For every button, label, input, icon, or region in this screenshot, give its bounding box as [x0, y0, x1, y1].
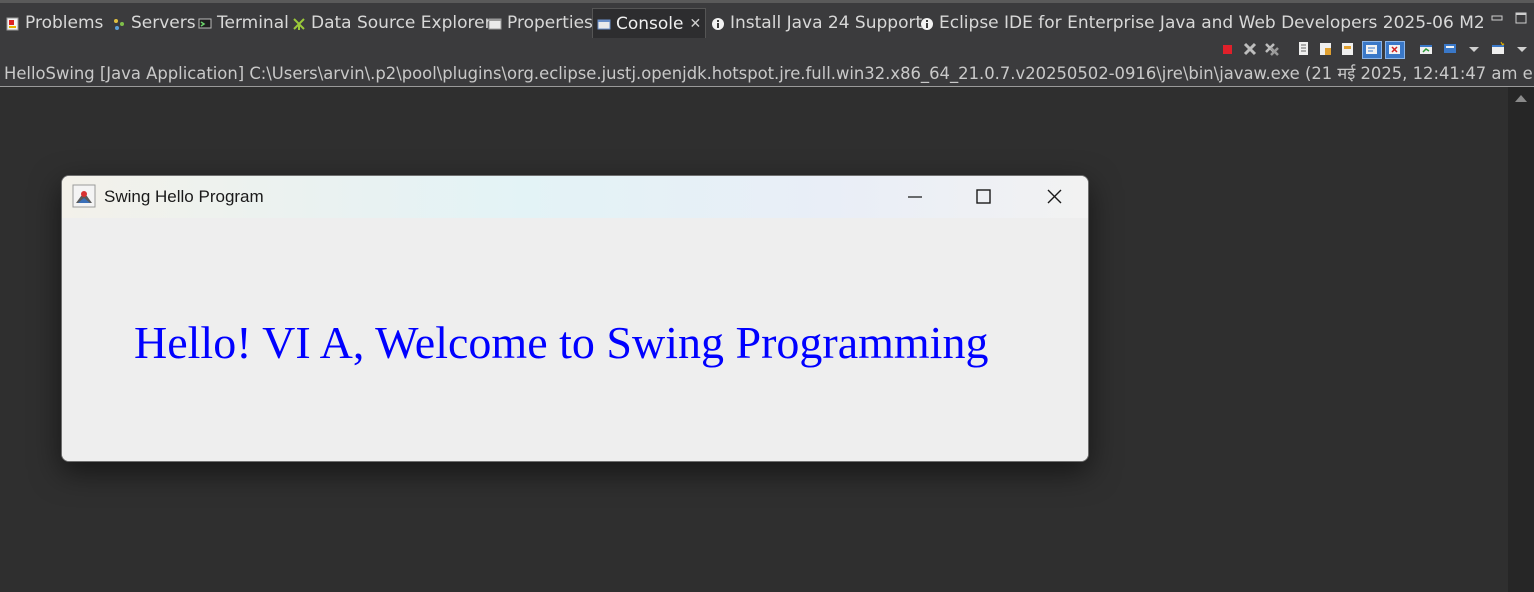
tab-label: Console [616, 13, 684, 34]
stdout-icon [1366, 45, 1377, 54]
close-icon [1047, 189, 1062, 204]
console-vertical-scrollbar[interactable] [1508, 87, 1534, 592]
pin-console-button[interactable] [1418, 41, 1434, 57]
servers-icon [112, 16, 126, 30]
document-icon [1299, 42, 1308, 55]
tab-label: Terminal [217, 13, 289, 33]
remove-all-icon [1265, 43, 1279, 56]
maximize-button[interactable] [953, 176, 1013, 218]
swing-content-pane: Hello! VI A, Welcome to Swing Programmin… [62, 218, 1088, 461]
minimize-button[interactable] [885, 176, 945, 218]
view-tab-bar: Problems Servers Terminal Data Source Ex… [0, 0, 1534, 38]
console-icon [597, 17, 611, 31]
show-standard-error-button[interactable] [1385, 41, 1405, 59]
tab-label: Eclipse IDE for Enterprise Java and Web … [939, 13, 1485, 33]
maximize-icon [976, 189, 991, 204]
close-window-button[interactable] [1023, 176, 1083, 218]
new-console-icon [1492, 41, 1505, 54]
swing-window-title: Swing Hello Program [104, 187, 264, 206]
tab-label: Data Source Explorer [311, 13, 492, 33]
scroll-lock-button[interactable] [1296, 41, 1312, 57]
tab-label: Problems [25, 13, 104, 33]
tab-install-java-24-support[interactable]: Install Java 24 Support [711, 9, 922, 37]
remove-all-terminated-button[interactable] [1264, 41, 1280, 57]
eclipse-console-view: Problems Servers Terminal Data Source Ex… [0, 0, 1534, 592]
console-toolbar [0, 38, 1534, 60]
tab-label: Servers [131, 13, 196, 33]
tab-label: Install Java 24 Support [730, 13, 923, 33]
tab-console[interactable]: Console ✕ [592, 8, 707, 38]
stop-icon [1223, 45, 1232, 54]
tab-properties[interactable]: Properties [488, 9, 593, 37]
tab-servers[interactable]: Servers [112, 9, 196, 37]
tab-eclipse-ide-info[interactable]: Eclipse IDE for Enterprise Java and Web … [920, 9, 1485, 37]
word-wrap-button[interactable] [1318, 41, 1334, 57]
tab-problems[interactable]: Problems [6, 9, 103, 37]
show-when-output-button[interactable] [1340, 41, 1356, 57]
info-icon [711, 16, 725, 30]
terminate-button[interactable] [1220, 41, 1236, 57]
minimize-view-button[interactable] [1490, 9, 1504, 21]
maximize-view-button[interactable] [1514, 9, 1528, 24]
swing-hello-window: Swing Hello Program Hello! VI A, Welcome… [61, 175, 1089, 462]
display-selected-console-button[interactable] [1442, 41, 1458, 57]
wrap-icon [1320, 43, 1331, 55]
welcome-label: Hello! VI A, Welcome to Swing Programmin… [134, 317, 989, 368]
chevron-down-icon [1517, 47, 1527, 52]
close-icon[interactable]: ✕ [690, 16, 702, 32]
output-icon [1342, 43, 1353, 55]
tab-data-source-explorer[interactable]: Data Source Explorer [292, 9, 492, 37]
chevron-down-icon [1469, 47, 1479, 52]
pin-icon [1420, 45, 1432, 54]
remove-launch-button[interactable] [1242, 41, 1258, 57]
stderr-icon [1389, 45, 1400, 54]
display-console-dropdown[interactable] [1466, 41, 1482, 57]
terminal-icon [198, 16, 212, 30]
database-icon [292, 16, 306, 30]
view-menu-dropdown[interactable] [1514, 41, 1530, 57]
console-select-icon [1444, 44, 1456, 53]
problems-icon [6, 16, 20, 31]
tab-label: Properties [507, 13, 593, 33]
swing-window-titlebar[interactable]: Swing Hello Program [62, 176, 1088, 218]
minimize-icon [908, 196, 922, 198]
open-console-button[interactable] [1490, 41, 1506, 57]
console-process-description: HelloSwing [Java Application] C:\Users\a… [0, 60, 1534, 87]
remove-icon [1243, 42, 1257, 56]
java-app-icon [72, 184, 96, 208]
properties-icon [488, 16, 502, 30]
tab-terminal[interactable]: Terminal [198, 9, 289, 37]
info-icon [920, 16, 934, 30]
scroll-up-arrow-icon[interactable] [1515, 95, 1527, 102]
show-standard-out-button[interactable] [1362, 41, 1382, 59]
